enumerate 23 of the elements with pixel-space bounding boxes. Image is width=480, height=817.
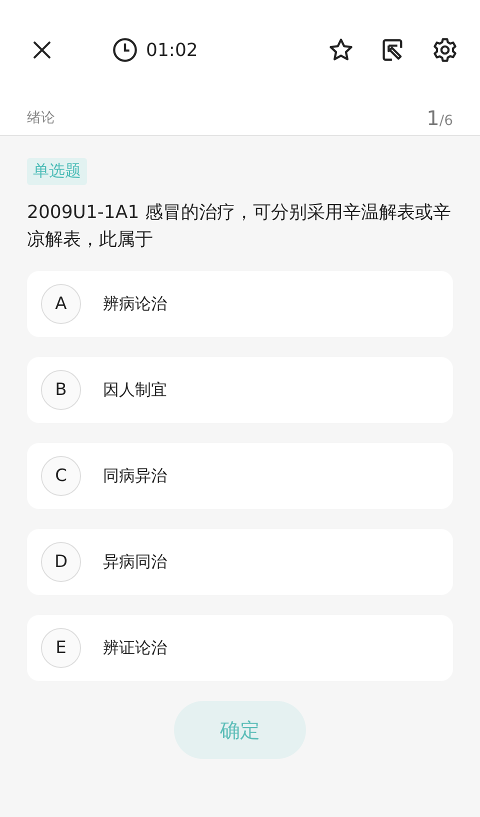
option-letter: B xyxy=(41,370,81,410)
settings-icon[interactable] xyxy=(432,37,458,63)
answer-option[interactable]: B 因人制宜 xyxy=(27,357,453,423)
option-letter: E xyxy=(41,628,81,668)
option-text: 辨病论治 xyxy=(103,294,167,314)
question-counter: 1/6 xyxy=(426,106,453,130)
option-letter: C xyxy=(41,456,81,496)
option-letter: A xyxy=(41,284,81,324)
answer-option[interactable]: C 同病异治 xyxy=(27,443,453,509)
option-text: 因人制宜 xyxy=(103,380,167,400)
option-letter: D xyxy=(41,542,81,582)
question-text: 2009U1-1A1 感冒的治疗，可分别采用辛温解表或辛凉解表，此属于 xyxy=(27,201,452,252)
clock-icon xyxy=(112,37,138,63)
question-type-tag: 单选题 xyxy=(27,158,87,185)
answer-option[interactable]: D 异病同治 xyxy=(27,529,453,595)
answer-option[interactable]: E 辨证论治 xyxy=(27,615,453,681)
option-text: 同病异治 xyxy=(103,466,167,486)
answer-option[interactable]: A 辨病论治 xyxy=(27,271,453,337)
timer: 01:02 xyxy=(146,40,198,60)
star-icon[interactable] xyxy=(328,37,354,63)
chapter-title: 绪论 xyxy=(27,108,55,126)
option-text: 异病同治 xyxy=(103,552,167,572)
option-text: 辨证论治 xyxy=(103,638,167,658)
